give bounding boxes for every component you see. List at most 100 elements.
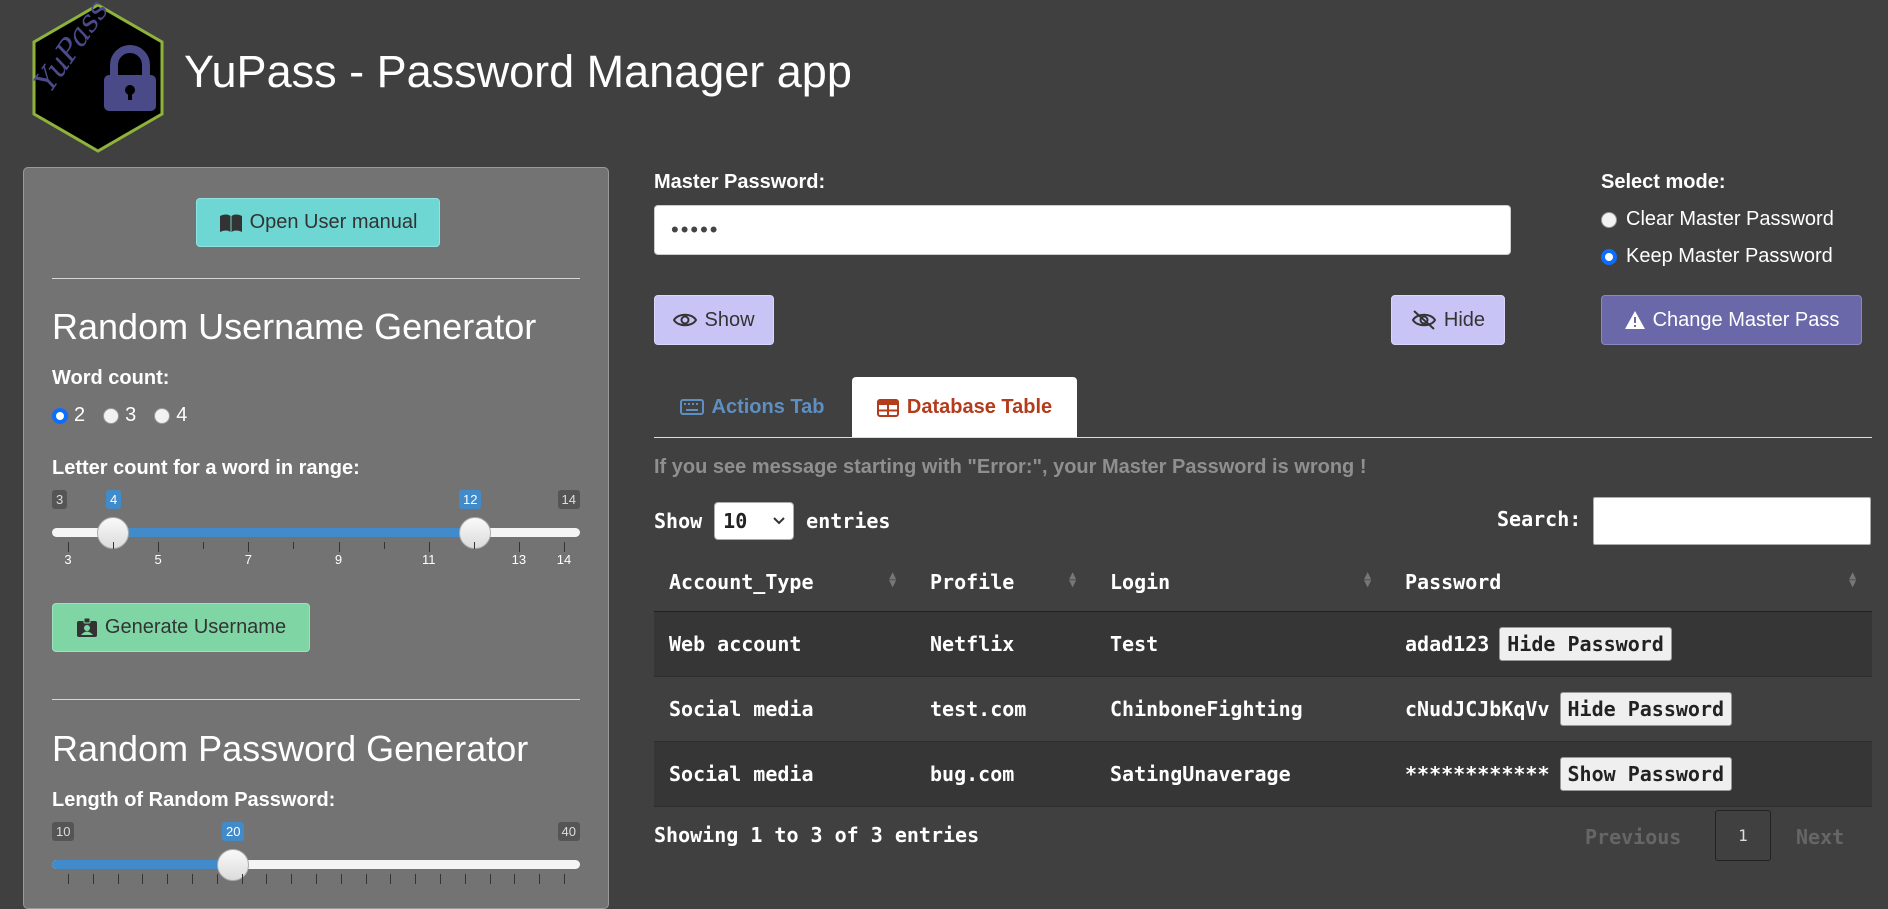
slider-tick (489, 874, 491, 884)
show-label: Show (704, 308, 755, 331)
radio-button[interactable] (1601, 248, 1617, 265)
open-user-manual-label: Open User manual (249, 211, 418, 233)
slider-tick (383, 542, 385, 549)
column-header-login[interactable]: Login (1110, 570, 1170, 594)
generate-username-button[interactable]: Generate Username (52, 603, 310, 652)
cell-account-type: Social media (669, 762, 814, 786)
slider-handle[interactable] (217, 849, 249, 881)
column-header-label: Profile (930, 570, 1015, 594)
slider-tick (518, 542, 520, 552)
cell-login: ChinboneFighting (1110, 697, 1303, 721)
table-info: Showing 1 to 3 of 3 entries (654, 823, 980, 847)
sort-icon[interactable]: ▲ ▼ (1849, 569, 1856, 589)
cell-login: Test (1110, 632, 1159, 656)
slider-tick (203, 542, 205, 549)
show-master-password-button[interactable]: Show (654, 295, 774, 345)
tab-database-table[interactable]: Database Table (852, 377, 1077, 438)
hide-master-password-button[interactable]: Hide (1391, 295, 1505, 345)
slider-tick (216, 874, 218, 884)
slider-tick (564, 542, 565, 552)
slider-tick (473, 542, 475, 549)
word-count-radio-group: 2 3 4 (52, 404, 187, 427)
tab-database-label: Database Table (906, 396, 1053, 418)
open-user-manual-button[interactable]: Open User manual (196, 198, 440, 247)
database-table: Account_Type ▲ ▼ Profile ▲ ▼ Login ▲ ▼ Pass… (654, 553, 1872, 807)
password-length-slider[interactable]: 10 40 20 (52, 822, 580, 897)
slider-tick (440, 874, 441, 884)
slider-tick (241, 874, 243, 884)
slider-tick (564, 874, 565, 884)
password-generator-title: Random Password Generator (52, 728, 529, 769)
column-header-password[interactable]: Password (1405, 570, 1501, 594)
slider-max-label: 40 (557, 822, 580, 841)
mode-option-keep[interactable]: Keep Master Password (1601, 245, 1833, 268)
book-icon (219, 214, 242, 232)
length-entries-label: entries (806, 509, 891, 533)
slider-tick (158, 542, 160, 552)
word-count-option-2[interactable]: 2 (52, 404, 85, 427)
tab-actions[interactable]: Actions Tab (654, 377, 850, 437)
slider-tick (68, 874, 69, 884)
word-count-option-4[interactable]: 4 (154, 404, 187, 427)
master-password-input[interactable]: ••••• (654, 205, 1511, 255)
word-count-option-label: 3 (125, 404, 137, 426)
mode-option-clear[interactable]: Clear Master Password (1601, 208, 1834, 231)
word-count-option-label: 4 (176, 404, 188, 426)
slider-tick (291, 874, 293, 884)
eye-slash-icon (1411, 310, 1437, 330)
change-master-pass-label: Change Master Pass (1652, 308, 1840, 331)
column-header-label: Login (1110, 570, 1171, 594)
column-header-label: Password (1405, 570, 1502, 594)
generate-username-label: Generate Username (104, 616, 287, 638)
slider-tick (192, 874, 193, 884)
letter-count-range-slider[interactable]: 3 14 4 12 3 5 7 9 11 13 14 (52, 490, 580, 567)
radio-button[interactable] (1601, 211, 1617, 228)
slider-tick (390, 874, 392, 884)
entries-per-page-select[interactable]: 10 (714, 502, 795, 540)
password-value: adad123 (1405, 632, 1490, 656)
change-master-pass-button[interactable]: Change Master Pass (1601, 295, 1862, 345)
table-row: Web account Netflix Test adad123 Hide Pa… (654, 612, 1872, 677)
toggle-password-button[interactable]: Hide Password (1559, 692, 1733, 726)
word-count-option-3[interactable]: 3 (103, 404, 136, 427)
sort-icon[interactable]: ▲ ▼ (889, 569, 896, 589)
sort-icon[interactable]: ▲ ▼ (1069, 569, 1076, 589)
column-header-profile[interactable]: Profile (930, 570, 1014, 594)
toggle-password-button[interactable]: Show Password (1559, 757, 1733, 791)
toggle-password-button[interactable]: Hide Password (1499, 627, 1672, 661)
mode-option-label: Clear Master Password (1626, 208, 1834, 230)
length-show-label: Show (654, 509, 703, 533)
pagination-previous[interactable]: Previous (1585, 825, 1681, 849)
password-value: cNudJCJbKqVv (1405, 697, 1550, 721)
mode-option-label: Keep Master Password (1626, 245, 1833, 267)
slider-tick (539, 874, 541, 884)
cell-account-type: Social media (669, 697, 814, 721)
sort-icon[interactable]: ▲ ▼ (1364, 569, 1371, 589)
slider-tick (142, 874, 144, 884)
radio-button[interactable] (103, 407, 120, 424)
cell-profile: test.com (930, 697, 1027, 721)
pagination-next[interactable]: Next (1796, 825, 1844, 849)
radio-button[interactable] (154, 407, 171, 424)
column-header-label: Account_Type (669, 570, 814, 594)
slider-min-label: 10 (52, 822, 75, 841)
divider (52, 699, 580, 700)
slider-selected-range (52, 860, 232, 869)
table-search-input[interactable] (1593, 497, 1871, 545)
master-password-label: Master Password: (654, 171, 826, 193)
radio-button[interactable] (52, 407, 68, 424)
keyboard-icon (679, 399, 704, 415)
password-value: ************ (1405, 762, 1550, 786)
slider-max-label: 14 (557, 490, 580, 509)
pagination-page-1[interactable]: 1 (1715, 810, 1771, 861)
slider-tick (92, 874, 94, 884)
search-label: Search: (1497, 507, 1582, 531)
sidebar-panel: Open User manual Random Username Generat… (23, 167, 609, 909)
chevron-down-icon (773, 517, 785, 525)
cell-password: adad123 Hide Password (1405, 627, 1672, 661)
slider-tick (428, 542, 430, 552)
column-header-account-type[interactable]: Account_Type (669, 570, 814, 594)
slider-tick (117, 874, 119, 884)
app-logo: YuPass (22, 0, 174, 154)
slider-to-handle[interactable] (459, 517, 491, 549)
